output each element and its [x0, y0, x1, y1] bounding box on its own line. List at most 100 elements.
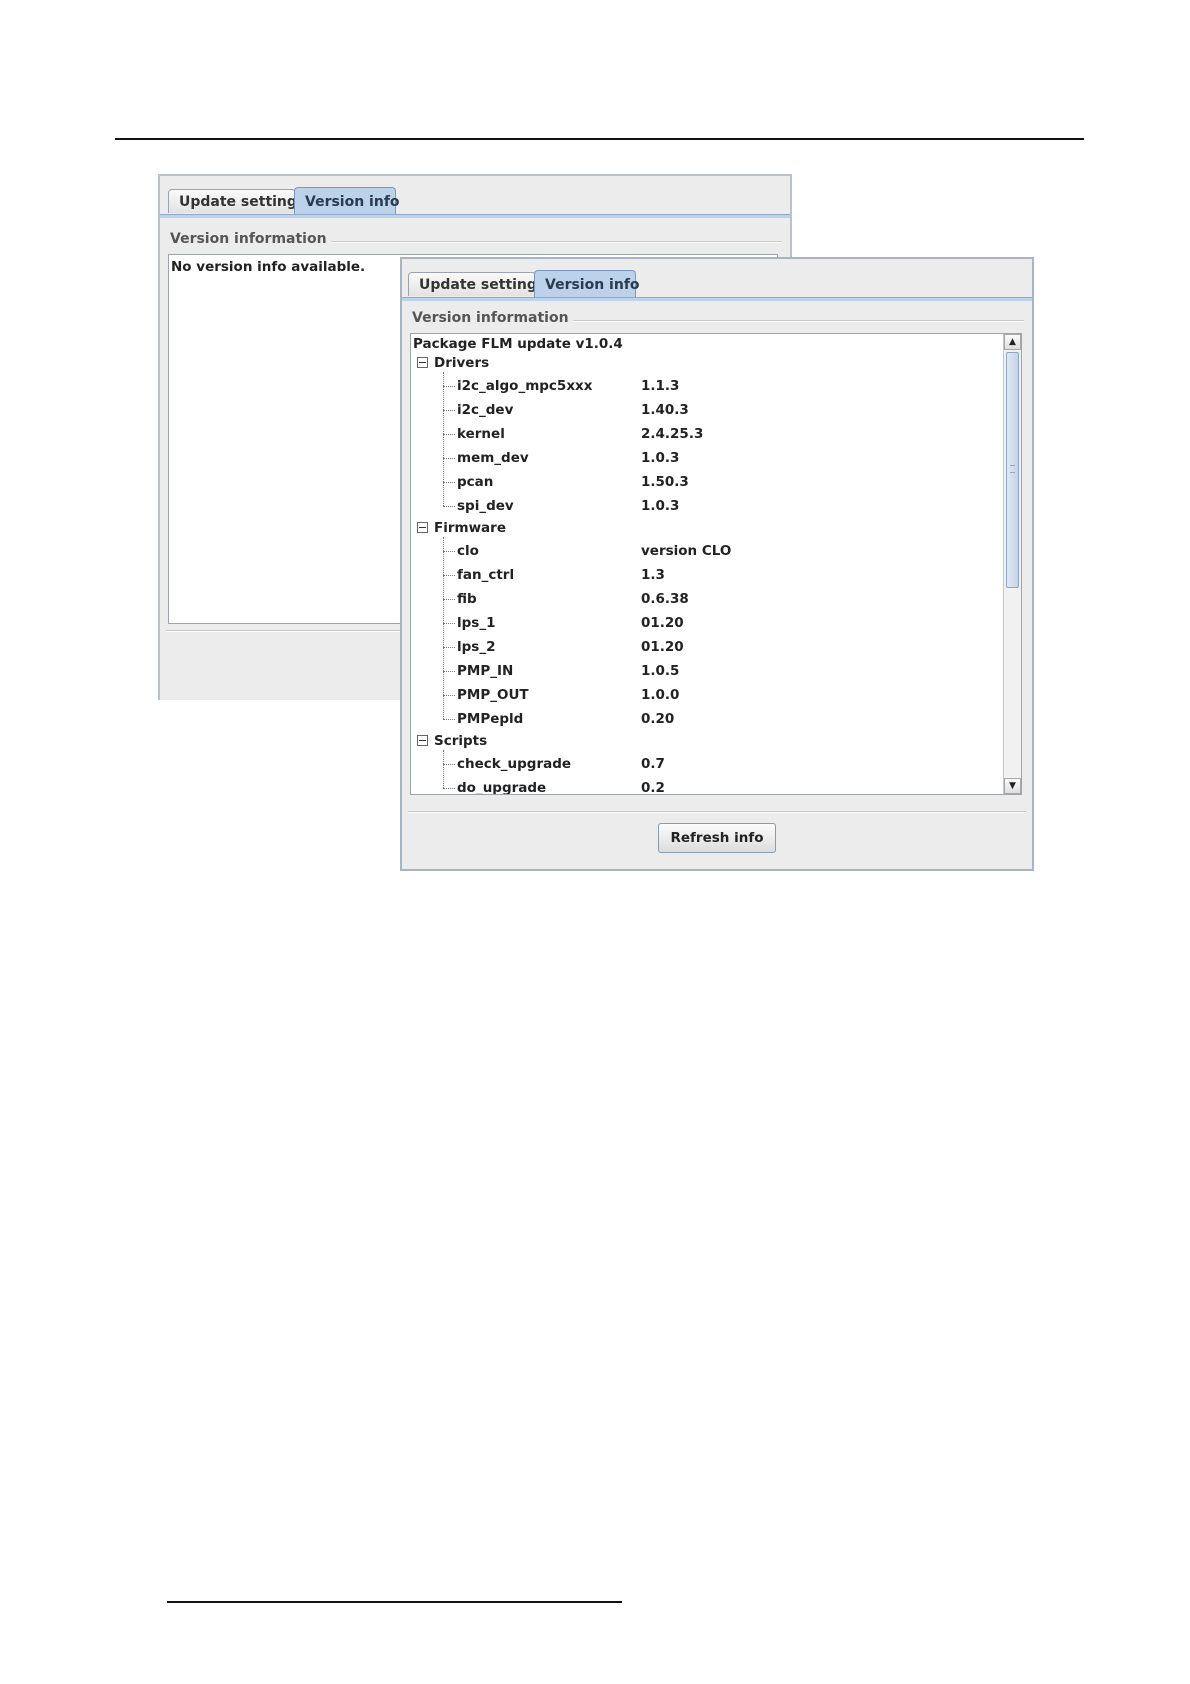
tree-item[interactable]: PMP_OUT 1.0.0 [411, 684, 1001, 706]
group-border [292, 241, 782, 243]
component-version: 2.4.25.3 [641, 426, 704, 442]
component-version: 1.0.0 [641, 687, 680, 703]
refresh-info-button[interactable]: Refresh info [658, 823, 776, 853]
scroll-down-arrow-icon[interactable]: ▼ [1004, 778, 1021, 794]
group-border [536, 320, 1024, 322]
package-node: Package FLM update v1.0.4 [413, 336, 623, 352]
tree-guide-line [443, 372, 444, 506]
tree-connector [443, 764, 455, 765]
component-version: 1.0.3 [641, 498, 680, 514]
scrollbar-thumb[interactable] [1006, 352, 1019, 588]
component-version: 0.20 [641, 711, 675, 727]
component-version: 1.40.3 [641, 402, 689, 418]
version-tree: Package FLM update v1.0.4 Drivers i2c_alg… [411, 334, 1001, 794]
collapse-icon[interactable] [417, 356, 428, 368]
bottom-separator [408, 811, 1026, 813]
tree-category-drivers[interactable]: Drivers [417, 354, 489, 372]
component-name: lps_1 [457, 615, 496, 631]
tree-connector [443, 482, 455, 483]
tree-item[interactable]: lps_1 01.20 [411, 612, 1001, 634]
tree-connector [443, 506, 455, 507]
component-version: 01.20 [641, 639, 684, 655]
tree-category-label: Drivers [434, 355, 490, 371]
tree-item[interactable]: i2c_dev 1.40.3 [411, 399, 1001, 421]
tree-connector [443, 695, 455, 696]
component-name: check_upgrade [457, 756, 572, 772]
tab-update-settings[interactable]: Update settings [168, 189, 305, 213]
component-name: clo [457, 543, 479, 559]
tree-connector [443, 575, 455, 576]
tree-item[interactable]: kernel 2.4.25.3 [411, 423, 1001, 445]
tree-item[interactable]: lps_2 01.20 [411, 636, 1001, 658]
collapse-icon[interactable] [417, 734, 428, 746]
scroll-up-arrow-icon[interactable]: ▲ [1004, 334, 1021, 350]
tab-strip: Update settings Version info [160, 176, 790, 218]
group-title: Version information [412, 310, 573, 326]
tree-connector [443, 458, 455, 459]
collapse-icon[interactable] [417, 521, 428, 533]
component-name: mem_dev [457, 450, 529, 466]
component-version: version CLO [641, 543, 732, 559]
component-name: do_upgrade [457, 780, 547, 794]
component-name: fan_ctrl [457, 567, 515, 583]
component-version: 0.6.38 [641, 591, 689, 607]
no-version-message: No version info available. [171, 259, 366, 275]
tree-item[interactable]: pcan 1.50.3 [411, 471, 1001, 493]
component-name: PMP_OUT [457, 687, 529, 703]
tree-category-label: Firmware [434, 520, 506, 536]
tab-underline [160, 214, 790, 218]
component-version: 1.50.3 [641, 474, 689, 490]
component-version: 1.0.5 [641, 663, 680, 679]
version-tree-view[interactable]: Package FLM update v1.0.4 Drivers i2c_alg… [410, 333, 1022, 795]
tree-guide-line [443, 537, 444, 719]
tree-item[interactable]: PMPepld 0.20 [411, 708, 1001, 730]
component-version: 1.3 [641, 567, 665, 583]
scrollbar-grip [1010, 465, 1015, 473]
tree-item[interactable]: fib 0.6.38 [411, 588, 1001, 610]
tree-connector [443, 386, 455, 387]
tab-underline [402, 297, 1032, 301]
tree-connector [443, 551, 455, 552]
tree-connector [443, 623, 455, 624]
vertical-scrollbar[interactable]: ▲ ▼ [1003, 334, 1021, 794]
tree-item[interactable]: fan_ctrl 1.3 [411, 564, 1001, 586]
tree-item[interactable]: PMP_IN 1.0.5 [411, 660, 1001, 682]
component-name: i2c_algo_mpc5xxx [457, 378, 593, 394]
tree-item[interactable]: clo version CLO [411, 540, 1001, 562]
tree-guide-line [443, 750, 444, 788]
component-version: 0.7 [641, 756, 665, 772]
page-top-rule [115, 138, 1084, 140]
tree-connector [443, 788, 455, 789]
tree-item[interactable]: i2c_algo_mpc5xxx 1.1.3 [411, 375, 1001, 397]
component-version: 0.2 [641, 780, 665, 794]
tree-item[interactable]: do_upgrade 0.2 [411, 777, 1001, 794]
tree-connector [443, 719, 455, 720]
tab-strip: Update settings Version info [402, 259, 1032, 301]
tree-connector [443, 671, 455, 672]
tree-item[interactable]: spi_dev 1.0.3 [411, 495, 1001, 517]
tree-connector [443, 434, 455, 435]
tree-connector [443, 599, 455, 600]
tree-category-label: Scripts [434, 733, 488, 749]
component-name: PMPepld [457, 711, 524, 727]
version-info-window: Update settings Version info Version inf… [400, 257, 1034, 871]
component-name: pcan [457, 474, 494, 490]
tree-item[interactable]: mem_dev 1.0.3 [411, 447, 1001, 469]
component-name: spi_dev [457, 498, 514, 514]
tree-category-firmware[interactable]: Firmware [417, 519, 506, 537]
tab-update-settings[interactable]: Update settings [408, 272, 545, 296]
tree-connector [443, 410, 455, 411]
tab-version-info[interactable]: Version info [294, 187, 400, 215]
tree-item[interactable]: check_upgrade 0.7 [411, 753, 1001, 775]
component-name: kernel [457, 426, 505, 442]
tree-connector [443, 647, 455, 648]
group-title: Version information [170, 231, 331, 247]
footnote-rule [167, 1601, 622, 1603]
component-version: 1.1.3 [641, 378, 680, 394]
tab-version-info[interactable]: Version info [534, 270, 640, 298]
tree-category-scripts[interactable]: Scripts [417, 732, 487, 750]
component-name: PMP_IN [457, 663, 514, 679]
component-version: 1.0.3 [641, 450, 680, 466]
component-name: i2c_dev [457, 402, 514, 418]
component-name: fib [457, 591, 477, 607]
